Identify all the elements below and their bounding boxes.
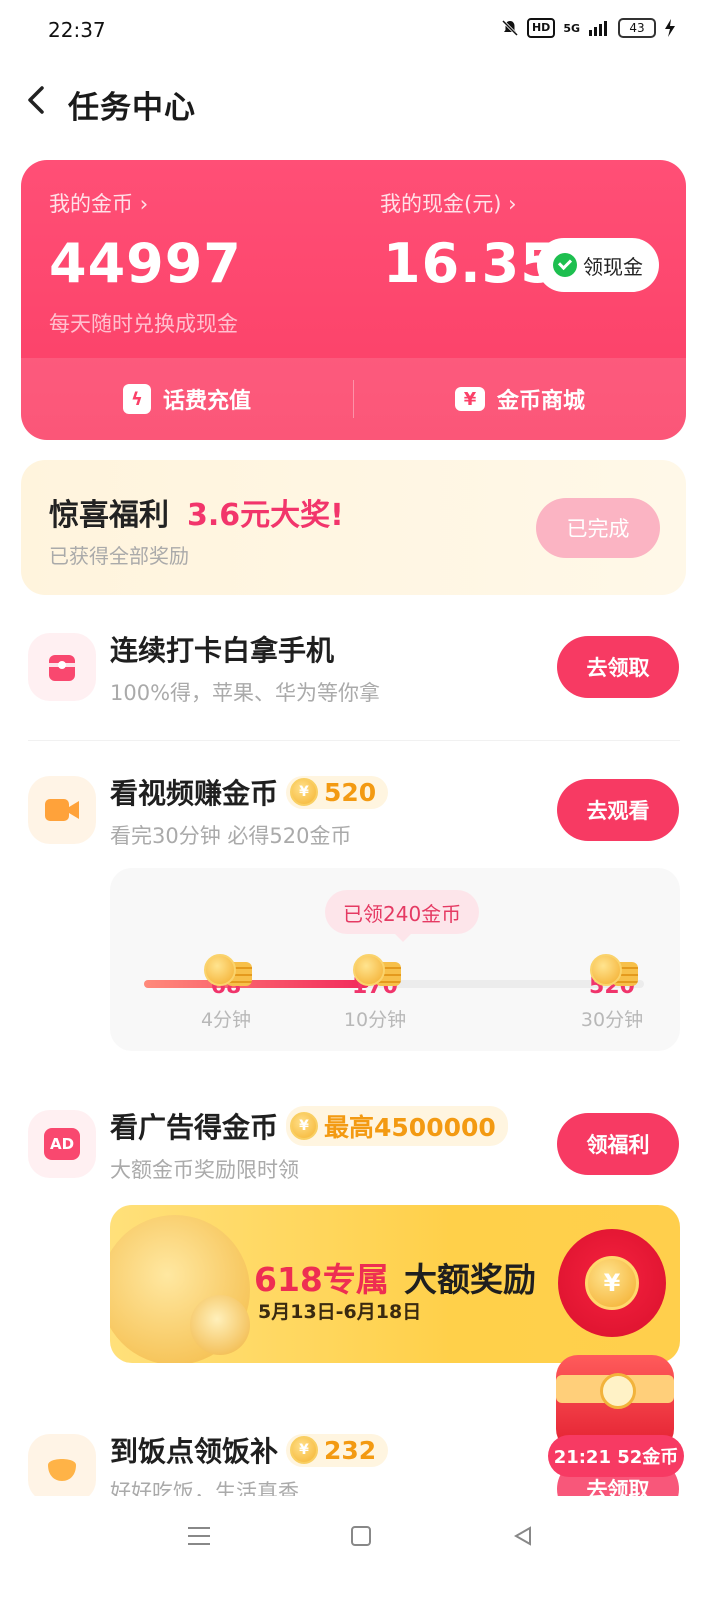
page-title: 任务中心 [68, 90, 196, 126]
lightning-icon: ϟ [122, 384, 151, 414]
milestone-time: 10分钟 [343, 1009, 407, 1031]
gift-box-icon [28, 633, 96, 701]
coin-mall-label: 金币商城 [496, 389, 585, 414]
task-title-text: 到饭点领饭补 [110, 1435, 279, 1468]
completed-button[interactable]: 已完成 [536, 498, 660, 558]
back-button[interactable] [18, 80, 58, 120]
coin-stack-icon [200, 954, 252, 988]
surprise-welfare-banner: 惊喜福利 3.6元大奖! 已获得全部奖励 已完成 [21, 460, 686, 595]
coins-sub: 每天随时兑换成现金 [49, 312, 238, 336]
wechat-check-icon [553, 253, 577, 277]
wallet-actions: ϟ 话费充值 ¥ 金币商城 [21, 358, 686, 440]
chevron-right-icon: › [139, 192, 149, 216]
task-title-text: 连续打卡白拿手机 [110, 634, 335, 667]
task-sub: 100%得，苹果、华为等你拿 [110, 681, 381, 705]
red-coin-badge-icon: ¥ [558, 1229, 666, 1337]
coin-stack-icon [586, 954, 638, 988]
task-sub: 大额金币奖励限时领 [110, 1158, 299, 1182]
task-title: 看广告得金币 ¥ 最高4500000 [110, 1106, 508, 1146]
claim-button[interactable]: 去领取 [557, 636, 679, 698]
coin-stack-icon [349, 954, 401, 988]
hd-badge: HD [526, 18, 556, 38]
coin-reward-value: 最高4500000 [324, 1113, 496, 1142]
video-camera-icon [28, 776, 96, 844]
system-nav-bar [0, 1496, 720, 1600]
coin-icon: ¥ [290, 1436, 319, 1464]
surprise-prize: 3.6元大奖! [187, 498, 344, 533]
signal-icon [589, 21, 607, 36]
coin-reward-value: 520 [324, 777, 377, 807]
phone-recharge-label: 话费充值 [162, 389, 251, 414]
coin-reward-badge: ¥ 232 [286, 1433, 389, 1467]
milestone: 520 30分钟 [567, 954, 657, 1032]
coin-icon: ¥ [290, 778, 319, 806]
ticket-icon: ¥ [454, 387, 485, 411]
phone-recharge-button[interactable]: ϟ 话费充值 [21, 358, 353, 440]
coin-reward-badge: ¥ 520 [286, 775, 389, 809]
coin-reward-value: 232 [324, 1435, 377, 1465]
chevron-right-icon: › [508, 192, 517, 216]
task-title: 看视频赚金币 ¥ 520 [110, 772, 389, 812]
withdraw-cash-label: 领现金 [583, 254, 643, 279]
cash-value: 16.35 [383, 232, 559, 295]
status-bar: 22:37 HD 5G 43 [0, 0, 720, 62]
divider [28, 740, 680, 741]
reward-timer: 21:21 52金币 [548, 1435, 684, 1477]
coin-illustration [190, 1295, 250, 1355]
task-watch-ads: AD 看广告得金币 ¥ 最高4500000 大额金币奖励限时领 领福利 [0, 1092, 720, 1192]
promo-date: 5月13日-6月18日 [258, 1301, 422, 1323]
promo-title-dark: 大额奖励 [404, 1260, 536, 1299]
task-watch-video: 看视频赚金币 ¥ 520 看完30分钟 必得520金币 去观看 [0, 758, 720, 858]
my-coins-label: 我的金币 [49, 192, 133, 216]
video-progress-panel: 已领240金币 68 4分钟 170 10分钟 520 30分钟 [110, 868, 680, 1051]
benefit-button[interactable]: 领福利 [557, 1113, 679, 1175]
status-icons: HD 5G 43 [501, 18, 676, 38]
promo-title-red: 618专属 [254, 1260, 389, 1299]
coin-icon: ¥ [290, 1112, 319, 1140]
withdraw-cash-button[interactable]: 领现金 [537, 238, 659, 292]
home-button[interactable] [336, 1516, 386, 1556]
task-title: 连续打卡白拿手机 [110, 629, 334, 669]
battery-icon: 43 [618, 18, 656, 38]
meal-icon [28, 1434, 96, 1496]
task-title-text: 看视频赚金币 [110, 777, 279, 810]
wallet-card: 我的金币 › 44997 每天随时兑换成现金 我的现金(元) › 16.35 领… [21, 160, 686, 440]
header: 任务中心 [0, 62, 720, 142]
back-nav-button[interactable] [498, 1516, 548, 1556]
charging-icon [665, 19, 675, 37]
promo-618-banner[interactable]: 618专属 大额奖励 5月13日-6月18日 ¥ [110, 1205, 680, 1363]
ad-icon-badge: AD [44, 1128, 80, 1160]
menu-icon [188, 1527, 210, 1545]
my-cash-link[interactable]: 我的现金(元) › [380, 188, 516, 218]
watch-button[interactable]: 去观看 [557, 779, 679, 841]
surprise-title: 惊喜福利 [49, 498, 169, 533]
back-triangle-icon [513, 1526, 531, 1546]
milestone: 68 4分钟 [181, 954, 271, 1032]
milestone: 170 10分钟 [330, 954, 420, 1032]
coin-mall-button[interactable]: ¥ 金币商城 [354, 358, 686, 440]
milestone-time: 4分钟 [200, 1009, 252, 1031]
home-square-icon [351, 1526, 371, 1546]
coin-reward-badge: ¥ 最高4500000 [286, 1106, 508, 1146]
ad-icon: AD [28, 1110, 96, 1178]
menu-button[interactable] [174, 1516, 224, 1556]
task-sub: 看完30分钟 必得520金币 [110, 824, 352, 848]
surprise-sub: 已获得全部奖励 [49, 544, 189, 568]
task-title-text: 看广告得金币 [110, 1111, 279, 1144]
task-sub: 好好吃饭，生活真香 [110, 1480, 299, 1496]
my-cash-label: 我的现金(元) [380, 192, 502, 216]
milestone-time: 30分钟 [580, 1009, 644, 1031]
claimed-tooltip: 已领240金币 [325, 890, 480, 942]
floating-reward-widget[interactable]: 21:21 52金币 [548, 1355, 684, 1501]
network-label: 5G [563, 21, 580, 35]
my-coins-link[interactable]: 我的金币 › [49, 188, 148, 218]
coins-value: 44997 [49, 232, 242, 295]
chevron-left-icon [28, 86, 44, 114]
status-time: 22:37 [48, 18, 106, 42]
mute-bell-icon [501, 19, 519, 37]
task-title: 到饭点领饭补 ¥ 232 [110, 1430, 389, 1470]
task-checkin-phone: 连续打卡白拿手机 100%得，苹果、华为等你拿 去领取 [0, 615, 720, 725]
coin-icon: ¥ [585, 1256, 639, 1310]
